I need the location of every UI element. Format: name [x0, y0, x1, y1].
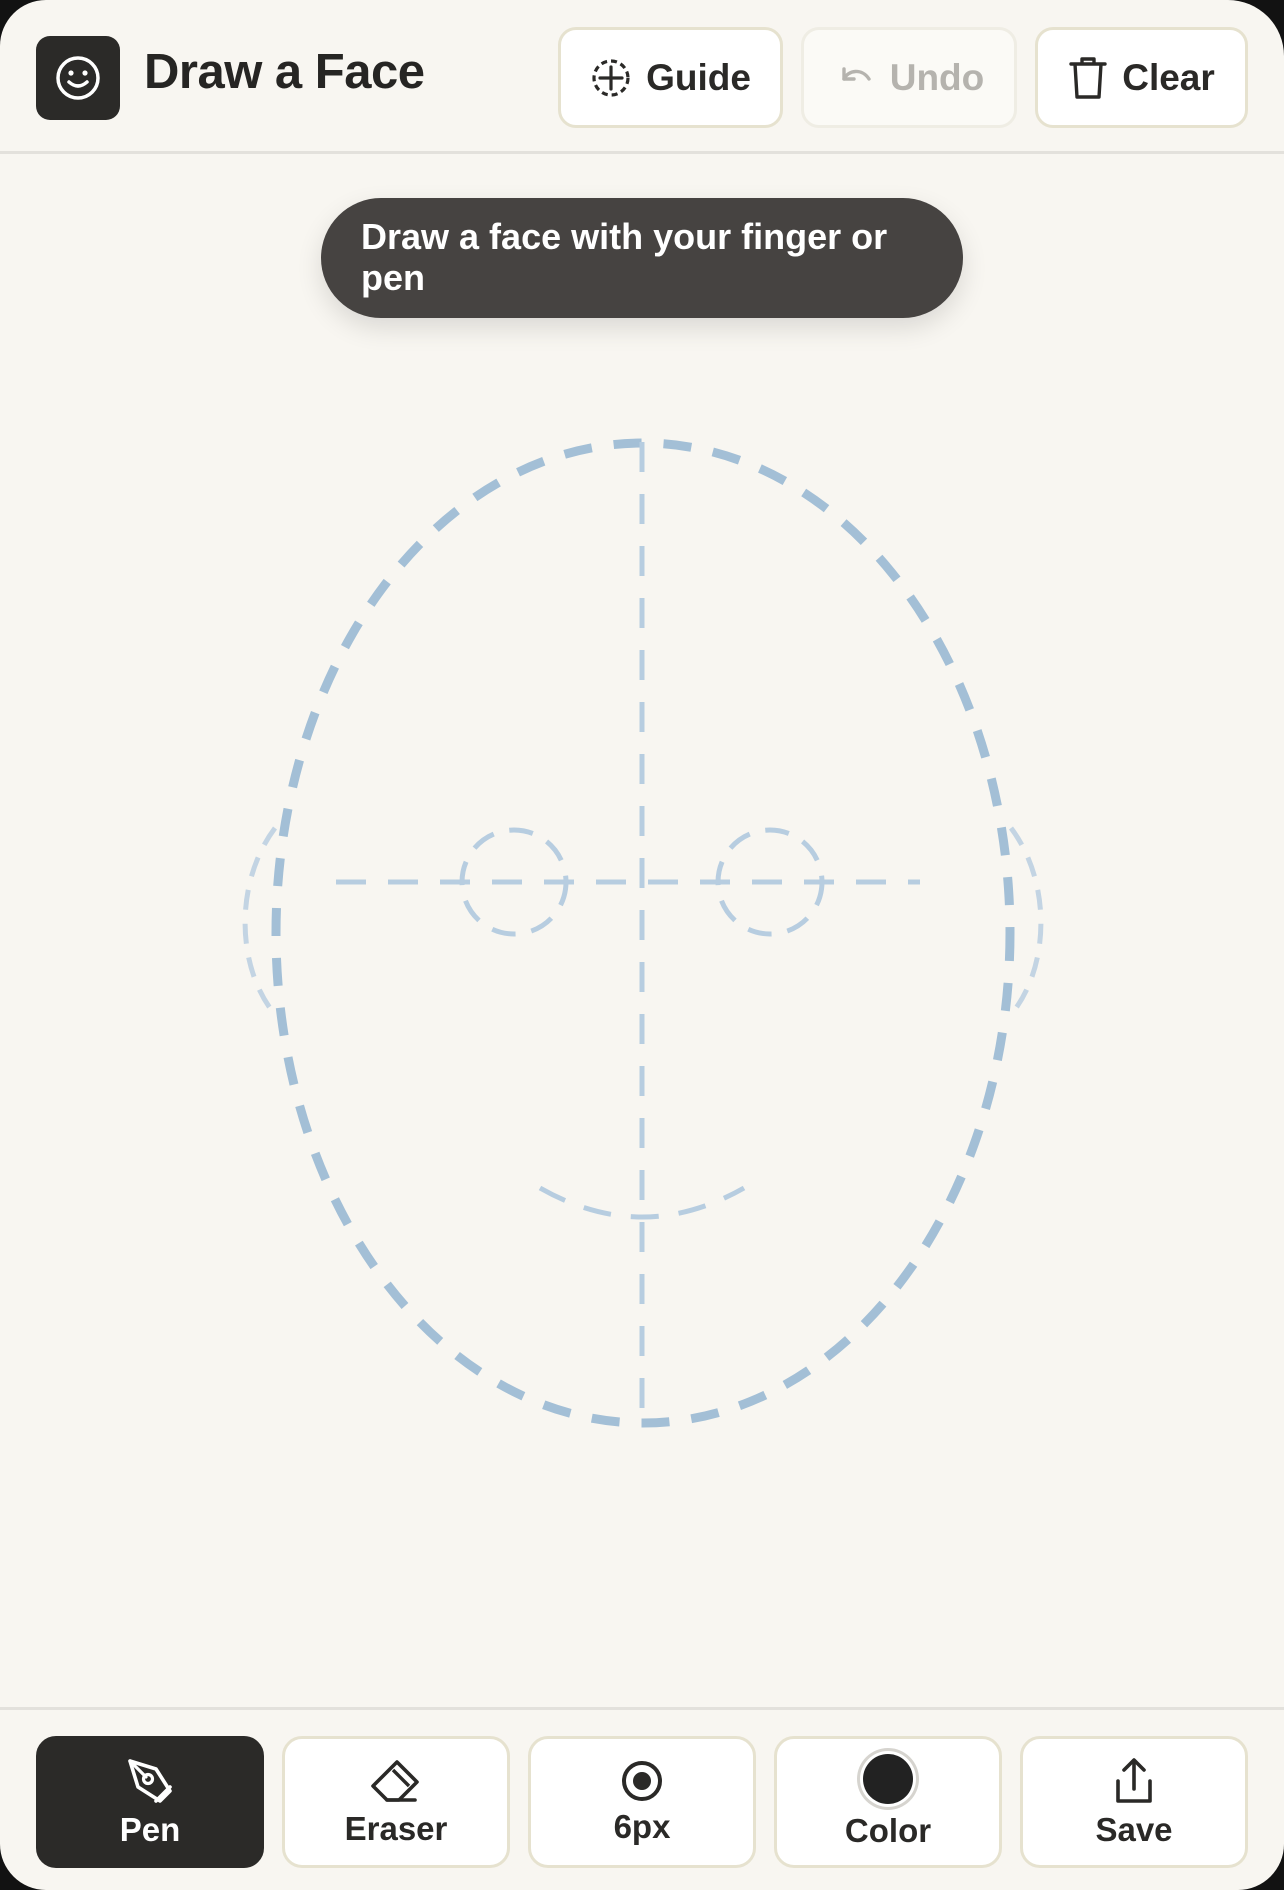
guide-button[interactable]: Guide [558, 27, 783, 128]
clear-button-label: Clear [1122, 56, 1215, 98]
app-logo [36, 36, 120, 120]
undo-icon [842, 66, 871, 81]
pen-tool-button[interactable]: Pen [36, 1736, 264, 1868]
smiley-icon [56, 56, 100, 100]
eraser-icon [371, 1760, 419, 1802]
eraser-tool-button[interactable]: Eraser [282, 1736, 510, 1868]
brush-size-label: 6px [613, 1808, 671, 1845]
hint-tooltip: Draw a face with your finger or pen [321, 198, 963, 318]
trash-icon [1069, 56, 1107, 99]
share-icon [1116, 1758, 1152, 1803]
color-picker-button[interactable]: Color [774, 1736, 1002, 1868]
pen-icon [128, 1759, 172, 1803]
header-bar: Draw a Face Guide Undo Clear [0, 0, 1284, 154]
clear-button[interactable]: Clear [1035, 27, 1248, 128]
undo-button-label: Undo [889, 56, 985, 98]
save-button[interactable]: Save [1020, 1736, 1248, 1868]
color-picker-label: Color [844, 1812, 932, 1849]
brush-size-button[interactable]: 6px [528, 1736, 756, 1868]
undo-button[interactable]: Undo [801, 27, 1017, 128]
brush-size-icon [622, 1761, 662, 1801]
crosshair-icon [592, 58, 630, 97]
page-title: Draw a Face [144, 45, 425, 99]
drawing-canvas[interactable] [0, 157, 1284, 1707]
app-window: Draw a Face Guide Undo Clear Draw a face… [0, 0, 1284, 1890]
bottom-toolbar: Pen Eraser 6px Color Save [0, 1707, 1284, 1890]
eraser-tool-label: Eraser [344, 1810, 448, 1847]
guide-button-label: Guide [646, 56, 751, 98]
pen-tool-label: Pen [119, 1811, 181, 1848]
color-swatch [863, 1754, 913, 1804]
save-button-label: Save [1095, 1811, 1173, 1848]
